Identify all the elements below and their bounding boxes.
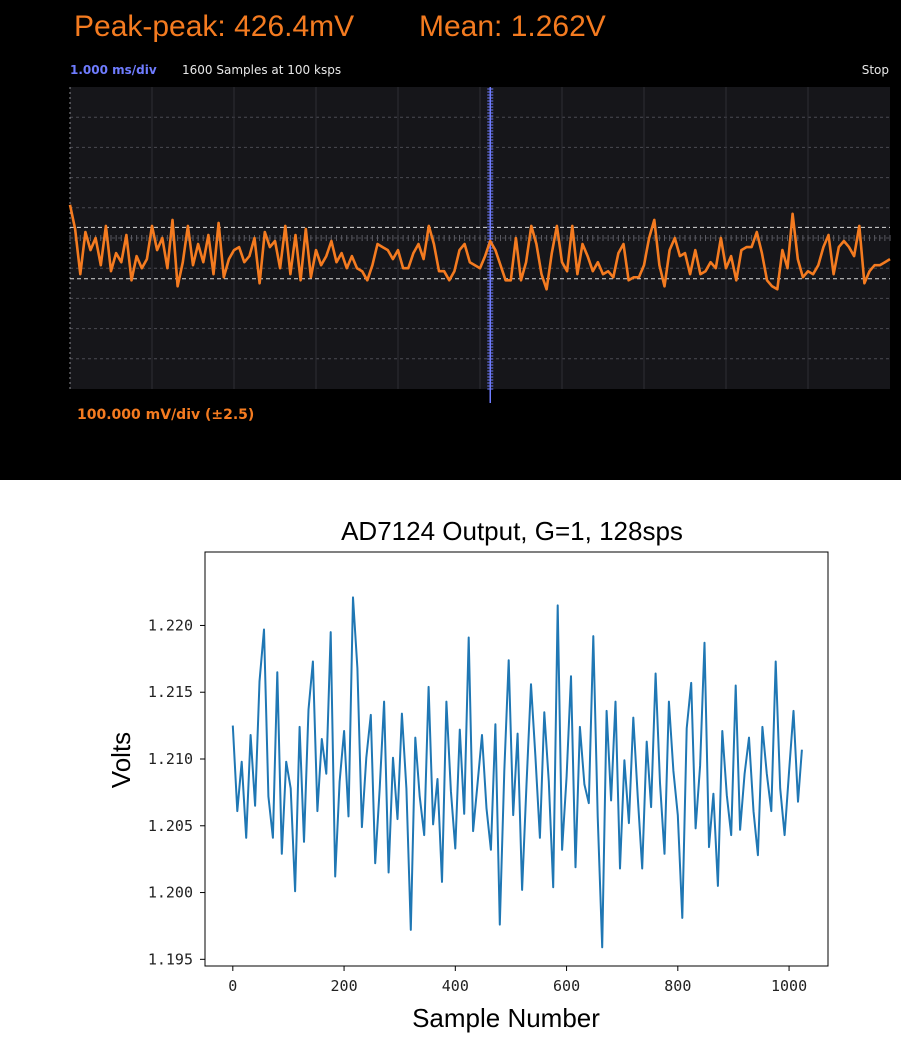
matplotlib-panel: AD7124 Output, G=1, 128sps 1.195 1.200 1.2… xyxy=(0,480,901,1045)
x-tick-label: 200 xyxy=(331,977,358,995)
x-axis-label: Sample Number xyxy=(412,1003,600,1033)
ad7124-chart: AD7124 Output, G=1, 128sps 1.195 1.200 1.2… xyxy=(106,516,829,1033)
x-tick-label: 600 xyxy=(553,977,580,995)
y-tick-label: 1.200 xyxy=(148,884,193,902)
vertical-scale-label[interactable]: 100.000 mV/div (±2.5) xyxy=(77,407,254,423)
x-tick-label: 0 xyxy=(228,977,237,995)
y-tick-label: 1.195 xyxy=(148,950,193,968)
y-tick-label: 1.210 xyxy=(148,750,193,768)
x-tick-label: 800 xyxy=(664,977,691,995)
y-tick-label: 1.205 xyxy=(148,817,193,835)
oscilloscope-panel: Peak-peak: 426.4mV Mean: 1.262V 1.000 ms… xyxy=(0,0,901,480)
chart-title: AD7124 Output, G=1, 128sps xyxy=(341,516,683,546)
x-tick-label: 400 xyxy=(442,977,469,995)
y-axis-label: Volts xyxy=(106,732,136,788)
y-tick-label: 1.220 xyxy=(148,616,193,634)
y-tick-label: 1.215 xyxy=(148,683,193,701)
x-tick-label: 1000 xyxy=(771,977,807,995)
